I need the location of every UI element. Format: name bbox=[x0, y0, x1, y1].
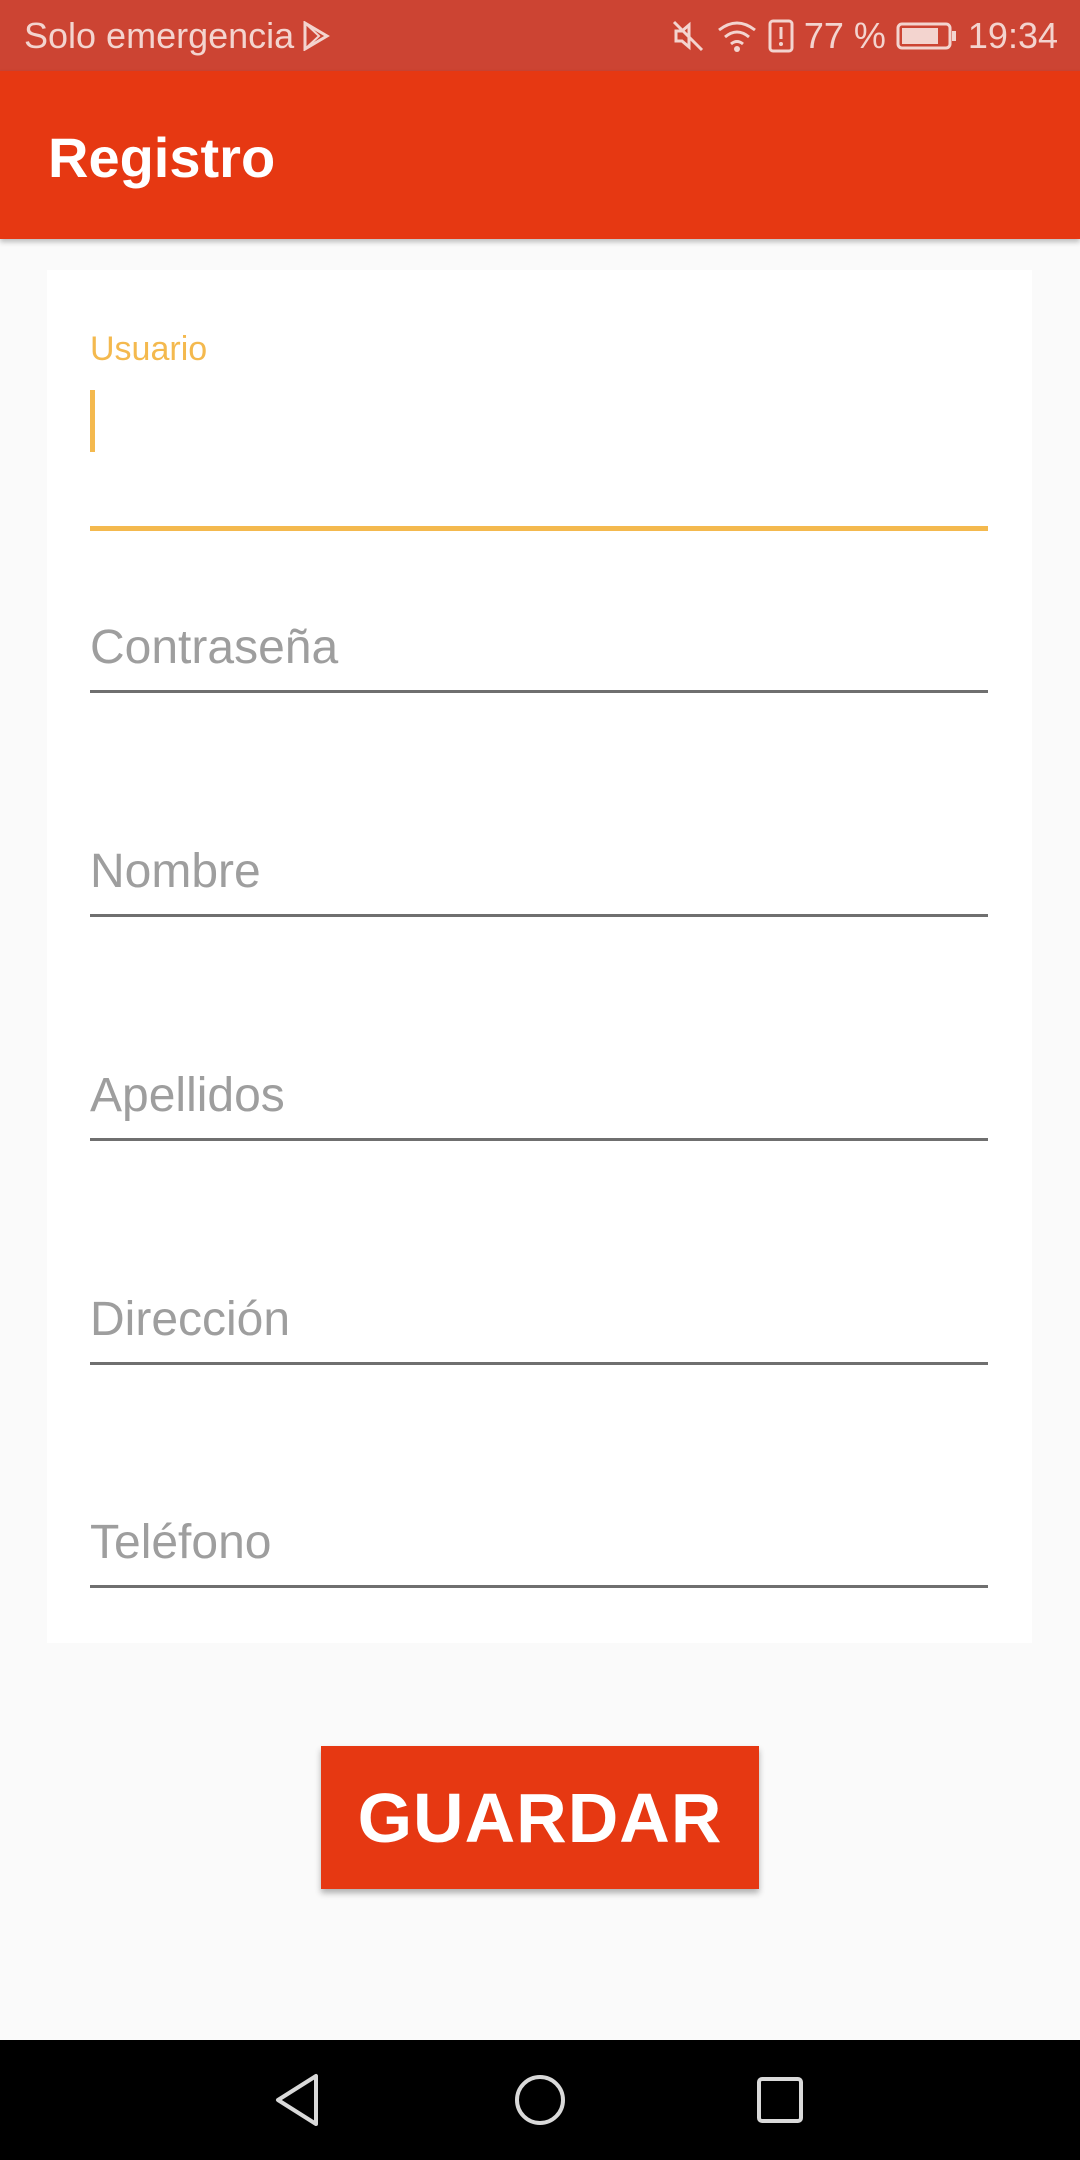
home-button[interactable] bbox=[500, 2060, 580, 2140]
battery-text: 77 % bbox=[803, 15, 886, 56]
apellidos-field[interactable]: Apellidos bbox=[90, 1068, 988, 1218]
apellidos-underline bbox=[90, 1138, 988, 1141]
carrier-text: Solo emergencia bbox=[24, 15, 295, 56]
nombre-underline bbox=[90, 914, 988, 917]
play-store-icon bbox=[302, 21, 331, 51]
alert-icon bbox=[768, 18, 794, 54]
direccion-field[interactable]: Dirección bbox=[90, 1292, 988, 1442]
usuario-underline bbox=[90, 526, 988, 531]
status-bar: Solo emergencia 77 % 19:34 bbox=[0, 0, 1080, 71]
telefono-underline bbox=[90, 1585, 988, 1588]
back-button[interactable] bbox=[260, 2060, 340, 2140]
nombre-placeholder: Nombre bbox=[90, 845, 261, 898]
contrasena-underline bbox=[90, 690, 988, 693]
status-right: 77 % 19:34 bbox=[660, 15, 1058, 57]
telefono-placeholder: Teléfono bbox=[90, 1516, 272, 1569]
battery-icon bbox=[896, 21, 958, 51]
nav-bar bbox=[0, 2040, 1080, 2160]
nombre-field[interactable]: Nombre bbox=[90, 844, 988, 994]
apellidos-placeholder: Apellidos bbox=[90, 1069, 285, 1122]
text-cursor bbox=[90, 390, 95, 452]
usuario-field[interactable]: Usuario bbox=[90, 330, 988, 531]
direccion-placeholder: Dirección bbox=[90, 1293, 291, 1346]
recents-button[interactable] bbox=[740, 2060, 820, 2140]
clock-text: 19:34 bbox=[967, 15, 1058, 56]
contrasena-placeholder: Contraseña bbox=[90, 621, 339, 674]
contrasena-field[interactable]: Contraseña bbox=[90, 620, 988, 770]
save-button[interactable]: GUARDAR bbox=[321, 1746, 759, 1889]
mute-icon bbox=[670, 18, 706, 54]
telefono-field[interactable]: Teléfono bbox=[90, 1515, 988, 1665]
form-card: Usuario Contraseña Nombre Apellidos Dire… bbox=[47, 270, 1032, 1643]
status-left: Solo emergencia bbox=[24, 15, 331, 57]
recents-icon bbox=[757, 2077, 803, 2123]
page-title: Registro bbox=[48, 126, 276, 189]
back-icon bbox=[276, 2074, 318, 2126]
home-icon bbox=[515, 2075, 565, 2125]
usuario-label: Usuario bbox=[90, 330, 208, 368]
app-bar: Registro bbox=[0, 71, 1080, 239]
direccion-underline bbox=[90, 1362, 988, 1365]
wifi-icon bbox=[716, 18, 758, 54]
